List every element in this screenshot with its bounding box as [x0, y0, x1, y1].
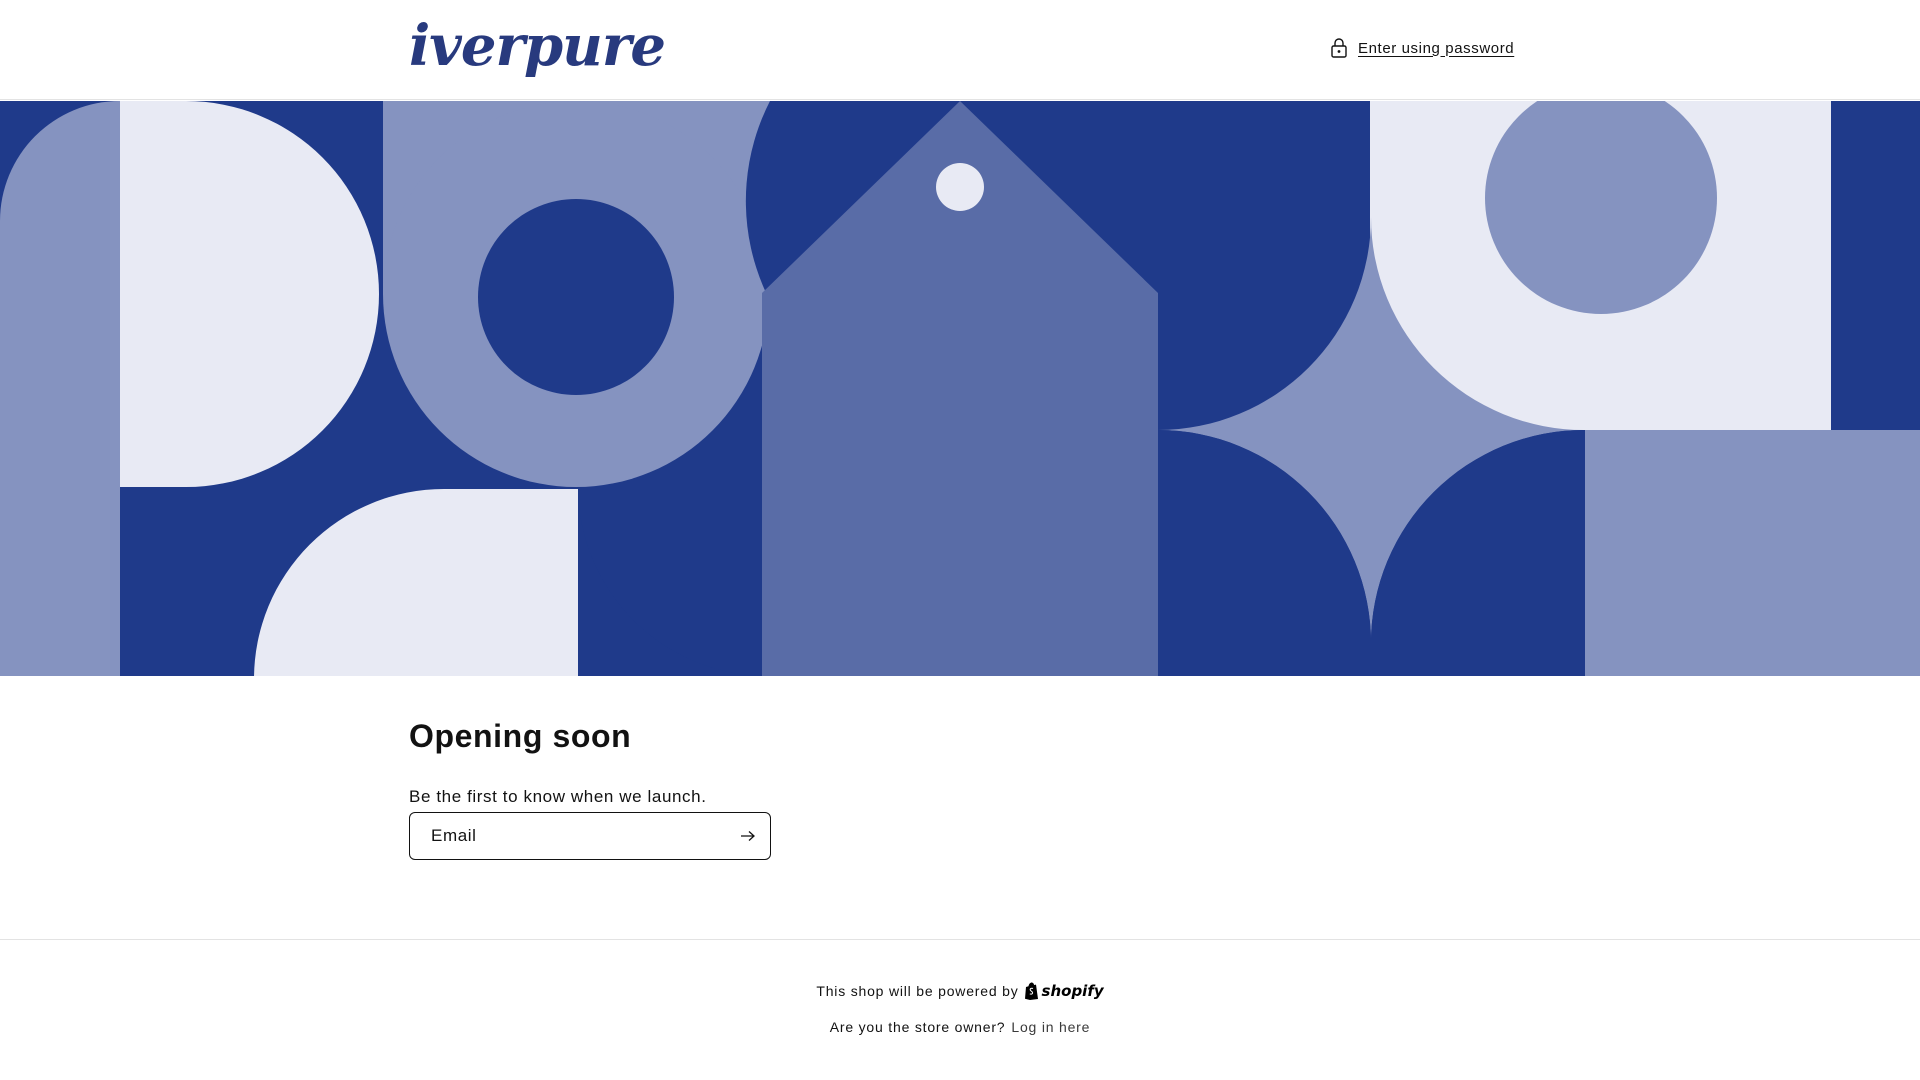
hero-banner-illustration — [0, 101, 1920, 676]
footer-divider — [0, 939, 1920, 940]
owner-question: Are you the store owner? — [829, 1019, 1006, 1035]
arrow-right-icon — [741, 831, 755, 841]
login-link[interactable]: Log in here — [1011, 1019, 1090, 1035]
store-owner-line: Are you the store owner? Log in here — [0, 1016, 1920, 1038]
store-logo[interactable]: iverpure — [409, 6, 666, 86]
lock-icon — [1331, 38, 1347, 58]
powered-by-line: This shop will be powered by shopify — [0, 979, 1920, 1003]
email-input[interactable] — [410, 813, 720, 859]
newsletter-form — [409, 812, 771, 860]
signup-description: Be the first to know when we launch. — [409, 787, 707, 806]
page-title: Opening soon — [409, 718, 632, 754]
enter-password-link[interactable]: Enter using password — [1330, 36, 1514, 60]
enter-password-label[interactable]: Enter using password — [1358, 40, 1514, 57]
shopify-bag-icon — [1024, 982, 1038, 1000]
geometric-pattern-image — [0, 101, 1920, 676]
site-header: iverpure Enter using password — [0, 0, 1920, 100]
shopify-wordmark: shopify — [1041, 982, 1104, 1000]
shopify-logo-link[interactable]: shopify — [1024, 982, 1104, 1000]
powered-by-text: This shop will be powered by — [816, 983, 1019, 999]
subscribe-button[interactable] — [726, 813, 770, 859]
